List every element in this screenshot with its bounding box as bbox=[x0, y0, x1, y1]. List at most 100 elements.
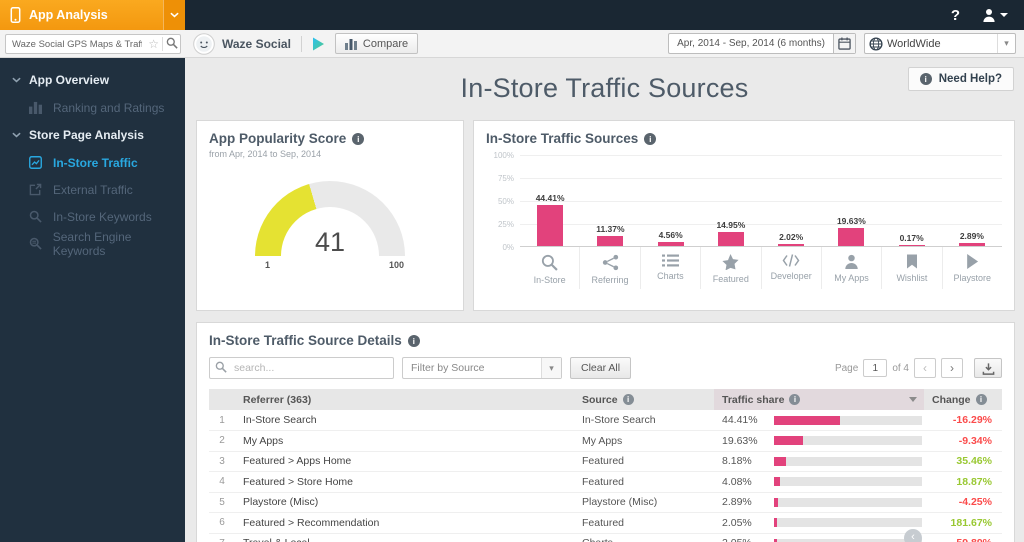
need-help-label: Need Help? bbox=[938, 73, 1002, 85]
sidebar-item-ranking-and-ratings[interactable]: Ranking and Ratings bbox=[0, 94, 185, 121]
sidebar-item-app-overview[interactable]: App Overview bbox=[0, 66, 185, 94]
change-cell: 181.67% bbox=[924, 512, 1002, 534]
share-bar bbox=[774, 456, 922, 466]
sidebar-item-label: Store Page Analysis bbox=[29, 128, 144, 142]
chevron-down-icon[interactable] bbox=[163, 0, 185, 30]
sidebar-item-label: Ranking and Ratings bbox=[53, 100, 165, 115]
table-row[interactable]: 3 Featured > Apps Home Featured 8.18% 35.46% bbox=[209, 451, 1002, 472]
table-row[interactable]: 1 In-Store Search In-Store Search 44.41% -16… bbox=[209, 410, 1002, 431]
traffic-share-cell: 19.63% bbox=[714, 430, 924, 452]
details-search-input[interactable] bbox=[209, 357, 394, 379]
google-play-icon bbox=[312, 37, 325, 51]
region-select[interactable]: WorldWide bbox=[864, 33, 1016, 54]
next-page-button[interactable] bbox=[941, 358, 963, 378]
pagination: Page of 4 bbox=[835, 358, 1002, 378]
date-range-picker[interactable]: Apr, 2014 - Sep, 2014 (6 months) bbox=[668, 33, 856, 54]
referrer-cell: Featured > Store Home bbox=[235, 471, 574, 493]
sidebar-item-in-store-keywords[interactable]: In-Store Keywords bbox=[0, 203, 185, 230]
sort-desc-icon bbox=[909, 397, 917, 402]
source-cell: Playstore (Misc) bbox=[574, 492, 714, 513]
col-traffic-share[interactable]: Traffic share bbox=[714, 389, 924, 410]
category-label: Playstore bbox=[953, 273, 992, 283]
need-help-button[interactable]: Need Help? bbox=[907, 67, 1014, 91]
traffic-share-cell: 2.89% bbox=[714, 492, 924, 513]
traffic-share-cell: 8.18% bbox=[714, 451, 924, 472]
bar[interactable] bbox=[958, 243, 985, 246]
popularity-subtitle: from Apr, 2014 to Sep, 2014 bbox=[209, 149, 322, 159]
help-button[interactable]: ? bbox=[951, 7, 960, 24]
star-icon[interactable] bbox=[148, 36, 159, 52]
y-axis-tick: 25% bbox=[497, 220, 514, 229]
change-cell: -4.25% bbox=[924, 492, 1002, 513]
keywords-icon bbox=[28, 210, 43, 223]
search-icon[interactable] bbox=[166, 37, 178, 49]
col-change[interactable]: Change bbox=[924, 389, 1002, 410]
sidebar-item-store-page-analysis[interactable]: Store Page Analysis bbox=[0, 121, 185, 149]
referrer-cell: In-Store Search bbox=[235, 410, 574, 431]
table-row[interactable]: 5 Playstore (Misc) Playstore (Misc) 2.89% -4… bbox=[209, 492, 1002, 513]
compare-button[interactable]: Compare bbox=[334, 33, 419, 54]
popularity-title: App Popularity Score bbox=[209, 131, 347, 146]
referring-icon bbox=[602, 254, 619, 271]
referrer-cell: Featured > Apps Home bbox=[235, 451, 574, 472]
category-label: Referring bbox=[591, 275, 629, 285]
globe-icon bbox=[865, 34, 887, 53]
info-icon[interactable] bbox=[644, 132, 657, 145]
bar[interactable] bbox=[717, 232, 744, 246]
bar[interactable] bbox=[597, 236, 624, 246]
person-icon bbox=[844, 254, 859, 269]
filter-by-source-select[interactable]: Filter by Source bbox=[402, 357, 562, 379]
source-cell: Featured bbox=[574, 451, 714, 472]
table-row[interactable]: 2 My Apps My Apps 19.63% -9.34% bbox=[209, 430, 1002, 452]
filter-label: Filter by Source bbox=[411, 362, 485, 374]
page-title: In-Store Traffic Sources bbox=[460, 73, 749, 103]
chevron-down-icon[interactable] bbox=[997, 34, 1015, 53]
referrer-cell: Playstore (Misc) bbox=[235, 492, 574, 513]
prev-page-button[interactable] bbox=[914, 358, 936, 378]
share-bar bbox=[774, 415, 922, 425]
panels-row: App Popularity Score from Apr, 2014 to S… bbox=[196, 120, 1015, 311]
page-number-input[interactable] bbox=[863, 359, 888, 377]
bar[interactable] bbox=[537, 205, 564, 246]
source-cell: My Apps bbox=[574, 430, 714, 452]
export-button[interactable] bbox=[974, 358, 1002, 378]
user-menu[interactable] bbox=[982, 8, 1008, 22]
bar-value-label: 14.95% bbox=[716, 220, 746, 230]
chart-column-referring: 11.37% bbox=[580, 224, 640, 246]
bar-value-label: 2.89% bbox=[959, 231, 984, 241]
table-row[interactable]: 6 Featured > Recommendation Featured 2.05% 1… bbox=[209, 512, 1002, 534]
category-label: My Apps bbox=[834, 273, 869, 283]
table-row[interactable]: 7Travel & LocalCharts2.05%-59.89% bbox=[209, 533, 1002, 542]
traffic-sources-chart: 100% 75% 50% 25% 0% 44.41% 11.37% 4.56% 14.95% 2… bbox=[486, 151, 1002, 252]
table-row[interactable]: 4 Featured > Store Home Featured 4.08% 18.87… bbox=[209, 471, 1002, 493]
collapse-arrow-icon[interactable] bbox=[904, 529, 922, 542]
bar-value-label: 4.56% bbox=[658, 230, 683, 240]
mobile-app-icon bbox=[10, 7, 21, 23]
chart-category-in-store: In-Store bbox=[520, 247, 581, 289]
info-icon[interactable] bbox=[407, 334, 420, 347]
app-analysis-menu[interactable]: App Analysis bbox=[0, 0, 185, 30]
sidebar-item-in-store-traffic[interactable]: In-Store Traffic bbox=[0, 149, 185, 176]
bar[interactable] bbox=[898, 245, 925, 246]
bar[interactable] bbox=[778, 244, 805, 246]
chart-column-charts: 4.56% bbox=[641, 230, 701, 246]
bookmark-icon bbox=[906, 254, 918, 269]
category-label: Wishlist bbox=[896, 273, 928, 283]
in-store-traffic-icon bbox=[28, 156, 43, 169]
change-cell: -59.89% bbox=[924, 533, 1002, 542]
col-referrer[interactable]: Referrer (363) bbox=[235, 389, 574, 410]
bar[interactable] bbox=[657, 242, 684, 246]
chart-column-featured: 14.95% bbox=[701, 220, 761, 246]
calendar-icon[interactable] bbox=[833, 34, 855, 53]
clear-all-button[interactable]: Clear All bbox=[570, 357, 632, 379]
info-icon[interactable] bbox=[352, 132, 365, 145]
bar[interactable] bbox=[838, 228, 865, 246]
chart-plot: 44.41% 11.37% 4.56% 14.95% 2.02% 19.63% 0.17% 2… bbox=[520, 155, 1002, 247]
sidebar-item-search-engine-keywords[interactable]: Search Engine Keywords bbox=[0, 230, 185, 258]
traffic-share-cell: 4.08% bbox=[714, 471, 924, 493]
y-axis-tick: 0% bbox=[502, 243, 514, 252]
sidebar-item-external-traffic[interactable]: External Traffic bbox=[0, 176, 185, 203]
sidebar-item-label: App Overview bbox=[29, 73, 110, 87]
col-source[interactable]: Source bbox=[574, 389, 714, 410]
user-icon bbox=[982, 8, 996, 22]
